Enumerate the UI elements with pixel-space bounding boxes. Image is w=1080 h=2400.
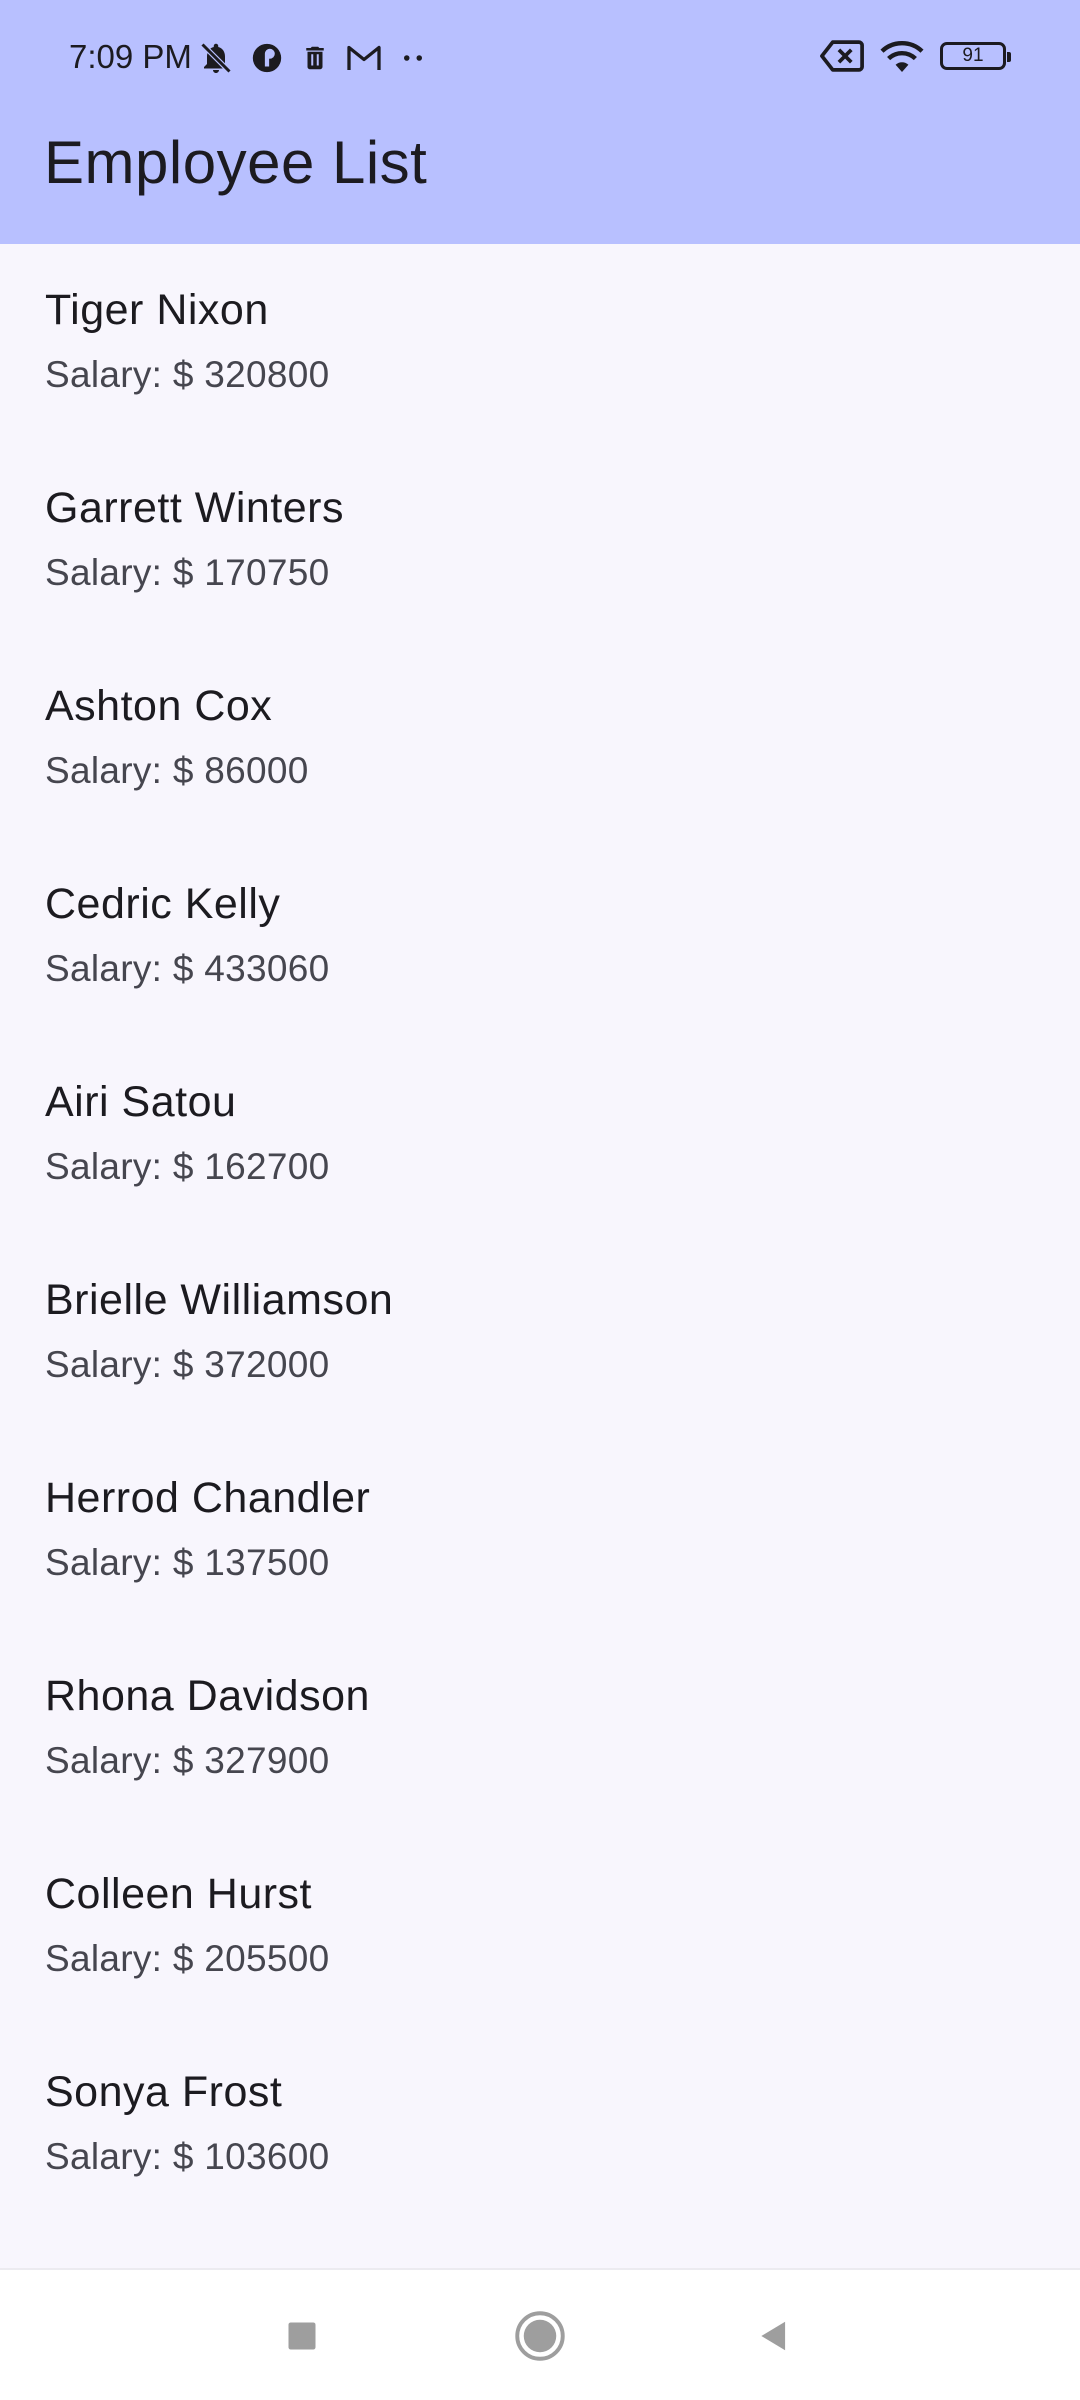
employee-salary: Salary: $ 103600 — [45, 2136, 330, 2177]
list-item[interactable]: Airi Satou Salary: $ 162700 — [0, 1036, 1080, 1234]
list-item[interactable]: Tiger Nixon Salary: $ 320800 — [0, 244, 1080, 442]
list-item[interactable]: Rhona Davidson Salary: $ 327900 — [0, 1630, 1080, 1828]
employee-salary: Salary: $ 137500 — [45, 1542, 330, 1583]
list-item[interactable]: Brielle Williamson Salary: $ 372000 — [0, 1234, 1080, 1432]
employee-name: Airi Satou — [45, 1078, 237, 1126]
employee-name: Brielle Williamson — [45, 1276, 394, 1324]
trash-icon — [300, 41, 330, 75]
notifications-off-icon — [198, 40, 234, 76]
employee-name: Herrod Chandler — [45, 1474, 371, 1522]
square-icon — [284, 2318, 320, 2354]
system-icons: 91 — [820, 38, 1011, 74]
employee-name: Sonya Frost — [45, 2068, 283, 2116]
employee-name: Cedric Kelly — [45, 880, 281, 928]
wifi-icon — [878, 38, 926, 74]
list-item[interactable]: Garrett Winters Salary: $ 170750 — [0, 442, 1080, 640]
employee-name: Rhona Davidson — [45, 1672, 370, 1720]
more-dots-icon — [398, 43, 428, 73]
recents-button[interactable] — [274, 2308, 330, 2364]
status-bar: 7:09 PM 91 — [0, 0, 1080, 118]
employee-salary: Salary: $ 433060 — [45, 948, 330, 989]
list-item[interactable]: Ashton Cox Salary: $ 86000 — [0, 640, 1080, 838]
list-item[interactable]: Cedric Kelly Salary: $ 433060 — [0, 838, 1080, 1036]
employee-salary: Salary: $ 320800 — [45, 354, 330, 395]
employee-name: Tiger Nixon — [45, 286, 269, 334]
app-circle-icon — [250, 41, 284, 75]
employee-name: Ashton Cox — [45, 682, 273, 730]
page-title: Employee List — [44, 129, 428, 196]
list-item[interactable]: Sonya Frost Salary: $ 103600 — [0, 2026, 1080, 2224]
list-item[interactable]: Herrod Chandler Salary: $ 137500 — [0, 1432, 1080, 1630]
system-nav-bar — [0, 2268, 1080, 2400]
employee-salary: Salary: $ 205500 — [45, 1938, 330, 1979]
employee-name: Garrett Winters — [45, 484, 344, 532]
back-button[interactable] — [746, 2308, 802, 2364]
employee-name: Colleen Hurst — [45, 1870, 312, 1918]
employee-list[interactable]: Tiger Nixon Salary: $ 320800 Garrett Win… — [0, 244, 1080, 2270]
battery-level: 91 — [962, 45, 984, 66]
status-time: 7:09 PM — [69, 38, 192, 75]
employee-salary: Salary: $ 372000 — [45, 1344, 330, 1385]
home-button[interactable] — [512, 2308, 568, 2364]
notification-icons — [198, 40, 428, 76]
app-bar: 7:09 PM 91 Employee List — [0, 0, 1080, 244]
employee-salary: Salary: $ 162700 — [45, 1146, 330, 1187]
list-item[interactable]: Colleen Hurst Salary: $ 205500 — [0, 1828, 1080, 2026]
employee-salary: Salary: $ 170750 — [45, 552, 330, 593]
battery-icon: 91 — [940, 42, 1011, 70]
employee-salary: Salary: $ 327900 — [45, 1740, 330, 1781]
mail-icon — [346, 43, 382, 73]
data-off-icon — [820, 39, 864, 73]
circle-home-icon — [514, 2310, 566, 2362]
employee-salary: Salary: $ 86000 — [45, 750, 309, 791]
back-triangle-icon — [755, 2316, 793, 2356]
